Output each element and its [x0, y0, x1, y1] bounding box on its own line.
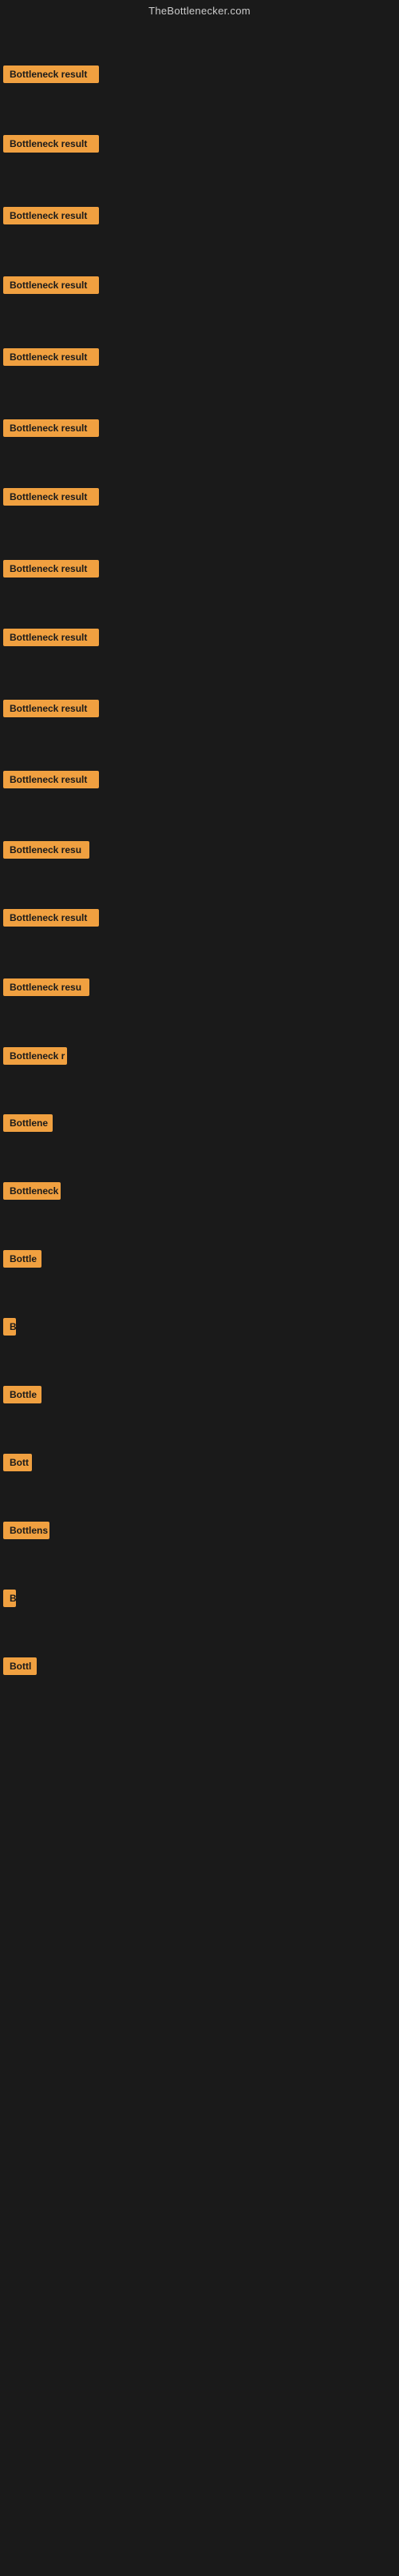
badges-container: Bottleneck result Bottleneck result Bottle…: [0, 20, 399, 2576]
badge-label-18: Bottle: [3, 1250, 41, 1268]
bottleneck-badge-3[interactable]: Bottleneck result: [3, 207, 99, 228]
bottleneck-badge-24[interactable]: Bottl: [3, 1657, 37, 1679]
bottleneck-badge-20[interactable]: Bottle: [3, 1386, 41, 1407]
bottleneck-badge-6[interactable]: Bottleneck result: [3, 419, 99, 441]
badge-label-23: B: [3, 1590, 16, 1607]
badge-label-17: Bottleneck: [3, 1182, 61, 1200]
bottleneck-badge-18[interactable]: Bottle: [3, 1250, 41, 1272]
badge-label-10: Bottleneck result: [3, 700, 99, 717]
bottleneck-badge-9[interactable]: Bottleneck result: [3, 629, 99, 650]
badge-label-22: Bottlens: [3, 1522, 49, 1539]
badge-label-9: Bottleneck result: [3, 629, 99, 646]
bottleneck-badge-16[interactable]: Bottlene: [3, 1114, 53, 1136]
bottleneck-badge-4[interactable]: Bottleneck result: [3, 276, 99, 298]
bottleneck-badge-1[interactable]: Bottleneck result: [3, 65, 99, 87]
bottleneck-badge-22[interactable]: Bottlens: [3, 1522, 49, 1543]
badge-label-5: Bottleneck result: [3, 348, 99, 366]
badge-label-3: Bottleneck result: [3, 207, 99, 224]
badge-label-2: Bottleneck result: [3, 135, 99, 153]
site-title: TheBottlenecker.com: [0, 0, 399, 20]
badge-label-12: Bottleneck resu: [3, 841, 89, 859]
bottleneck-badge-23[interactable]: B: [3, 1590, 16, 1611]
bottleneck-badge-8[interactable]: Bottleneck result: [3, 560, 99, 581]
badge-label-16: Bottlene: [3, 1114, 53, 1132]
badge-label-21: Bott: [3, 1454, 32, 1471]
badge-label-20: Bottle: [3, 1386, 41, 1403]
badge-label-6: Bottleneck result: [3, 419, 99, 437]
badge-label-11: Bottleneck result: [3, 771, 99, 788]
badge-label-1: Bottleneck result: [3, 65, 99, 83]
badge-label-7: Bottleneck result: [3, 488, 99, 506]
bottleneck-badge-21[interactable]: Bott: [3, 1454, 32, 1475]
badge-label-8: Bottleneck result: [3, 560, 99, 578]
bottleneck-badge-2[interactable]: Bottleneck result: [3, 135, 99, 157]
bottleneck-badge-19[interactable]: B: [3, 1318, 16, 1340]
badge-label-13: Bottleneck result: [3, 909, 99, 927]
bottleneck-badge-10[interactable]: Bottleneck result: [3, 700, 99, 721]
bottleneck-badge-13[interactable]: Bottleneck result: [3, 909, 99, 931]
bottleneck-badge-12[interactable]: Bottleneck resu: [3, 841, 89, 863]
badge-label-14: Bottleneck resu: [3, 978, 89, 996]
bottleneck-badge-5[interactable]: Bottleneck result: [3, 348, 99, 370]
badge-label-24: Bottl: [3, 1657, 37, 1675]
bottleneck-badge-14[interactable]: Bottleneck resu: [3, 978, 89, 1000]
badge-label-15: Bottleneck r: [3, 1047, 67, 1065]
badge-label-19: B: [3, 1318, 16, 1336]
badge-label-4: Bottleneck result: [3, 276, 99, 294]
bottleneck-badge-11[interactable]: Bottleneck result: [3, 771, 99, 792]
site-title-bar: TheBottlenecker.com: [0, 0, 399, 20]
bottleneck-badge-15[interactable]: Bottleneck r: [3, 1047, 67, 1069]
bottleneck-badge-17[interactable]: Bottleneck: [3, 1182, 61, 1204]
bottleneck-badge-7[interactable]: Bottleneck result: [3, 488, 99, 510]
